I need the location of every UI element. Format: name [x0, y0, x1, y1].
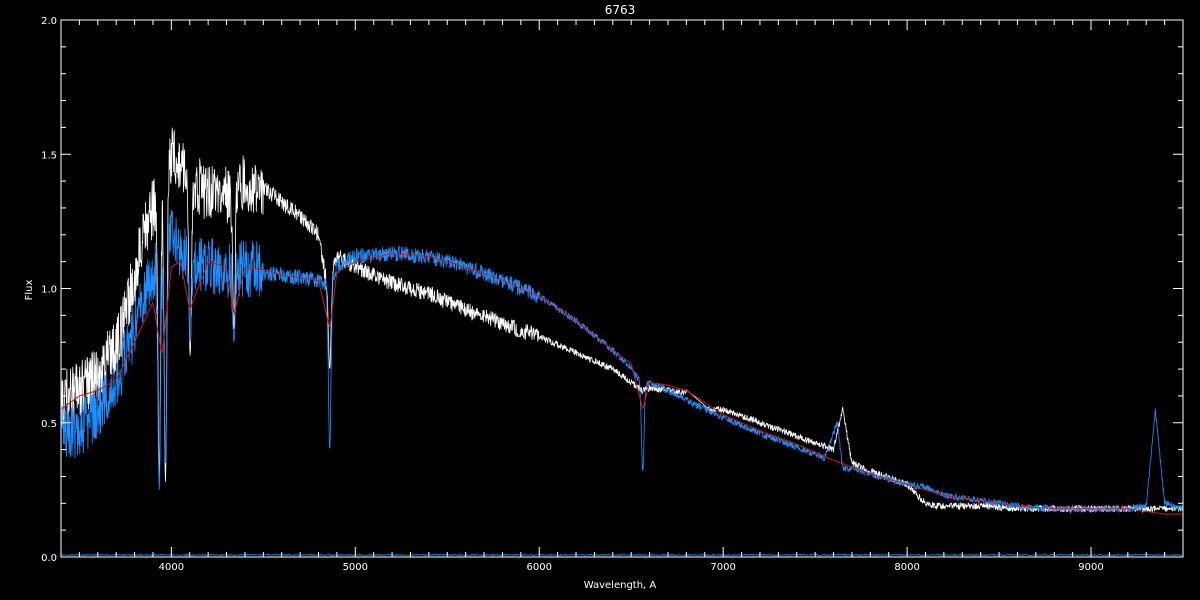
y-tick-label: 2.0 [41, 16, 57, 27]
axes-layer: 4000 5000 6000 7000 8000 9000 0.0 0.5 1.0 1.5 2.0 [41, 16, 1184, 573]
y-tick-label: 0.0 [41, 553, 57, 564]
y-tick-label: 1.0 [41, 285, 57, 296]
y-axis-label: Flux [24, 280, 35, 301]
x-tick-label: 8000 [894, 562, 919, 573]
series-1-line [60, 127, 1184, 514]
x-axis-label: Wavelength, A [584, 580, 657, 591]
x-tick-label: 7000 [710, 562, 735, 573]
series-2-line [60, 209, 1184, 514]
y-tick-label: 1.5 [41, 150, 57, 161]
x-tick-label: 9000 [1078, 562, 1103, 573]
plot-frame [60, 19, 1184, 558]
x-tick-label: 5000 [343, 562, 368, 573]
series-3-line [60, 253, 1183, 515]
x-tick-label: 4000 [159, 562, 184, 573]
series-2-baseline [60, 553, 1184, 557]
spectrum-chart: 6763 Wavelength, A Flux 4000 5000 6000 7000… [0, 0, 1200, 600]
chart-title: 6763 [605, 3, 636, 17]
chart-svg: 6763 Wavelength, A Flux 4000 5000 6000 7000… [24, 3, 1184, 591]
series-layer [60, 127, 1184, 557]
x-tick-label: 6000 [527, 562, 552, 573]
y-tick-label: 0.5 [41, 419, 57, 430]
